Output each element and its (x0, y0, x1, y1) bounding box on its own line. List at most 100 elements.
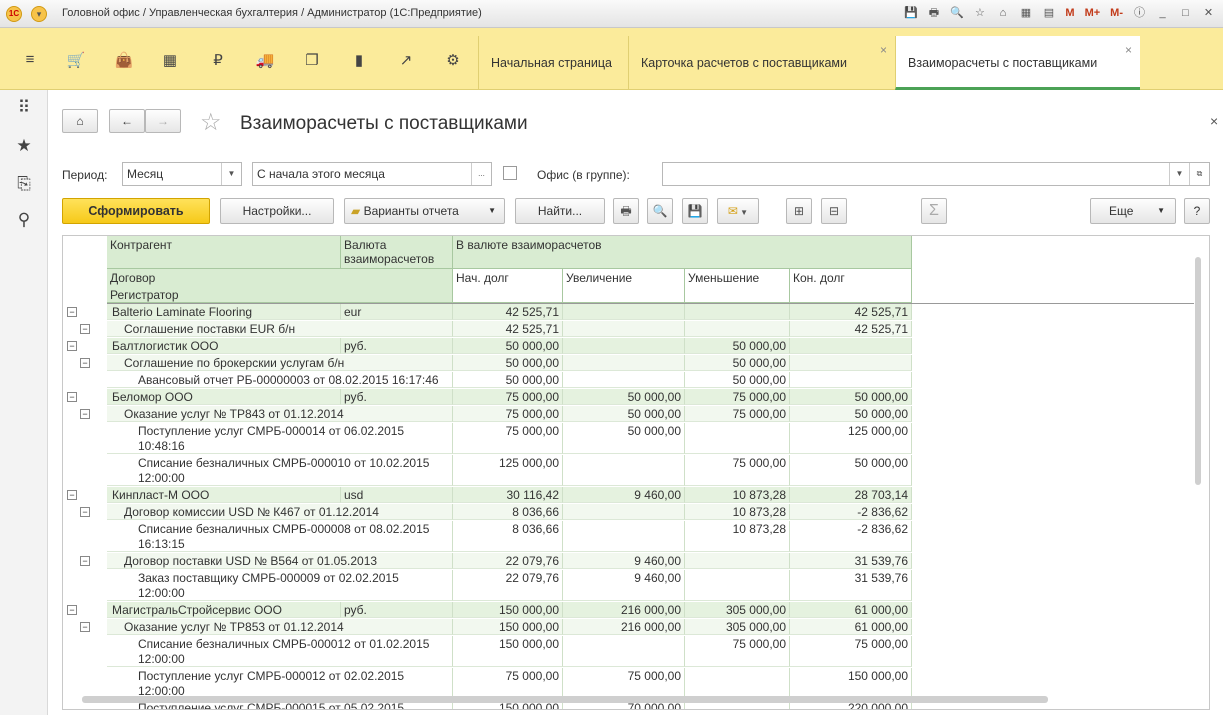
table-row[interactable]: Balterio Laminate Flooring eur 42 525,71 42… (107, 304, 912, 320)
table-row[interactable]: Оказание услуг № ТР843 от 01.12.2014 75 0… (107, 406, 912, 422)
search-icon[interactable]: ⚲ (14, 210, 34, 230)
table-row[interactable]: Списание безналичных СМРБ-000010 от 10.0… (107, 455, 912, 486)
more-button[interactable]: Еще ▼ (1090, 198, 1176, 224)
period-range-field[interactable]: С начала этого месяца ... (252, 162, 492, 186)
open-icon[interactable]: ⧉ (1189, 163, 1209, 185)
settings-button[interactable]: Настройки... (220, 198, 334, 224)
save-icon[interactable]: 💾 (902, 5, 919, 22)
truck-icon[interactable]: 🚚 (253, 51, 277, 69)
tab-supplier-card[interactable]: Карточка расчетов с поставщиками × (628, 36, 895, 90)
gear-icon[interactable]: ⚙ (441, 51, 465, 69)
close-window-button[interactable]: ✕ (1200, 5, 1217, 22)
collapse-toggle-icon[interactable]: − (80, 324, 90, 334)
collapse-toggle-icon[interactable]: − (80, 556, 90, 566)
back-button[interactable]: ← (109, 109, 145, 133)
cart-icon[interactable]: 🛒 (64, 51, 88, 69)
bookmark-icon[interactable]: ⌂ (994, 5, 1011, 22)
report-variants-button[interactable]: ▰ Варианты отчета ▼ (344, 198, 505, 224)
table-row[interactable]: Заказ поставщику СМРБ-000009 от 02.02.20… (107, 570, 912, 601)
tab-supplier-settlements-label: Взаиморасчеты с поставщиками (908, 56, 1098, 70)
collapse-toggle-icon[interactable]: − (67, 341, 77, 351)
print-icon[interactable]: 🖶 (613, 198, 639, 224)
cell-name: Беломор ООО (107, 389, 341, 405)
send-email-button[interactable]: ✉ ▼ (717, 198, 759, 224)
close-form-button[interactable]: × (1210, 113, 1218, 129)
table-row[interactable]: Поступление услуг СМРБ-000014 от 06.02.2… (107, 423, 912, 454)
maximize-button[interactable]: □ (1177, 5, 1194, 22)
memory-mplus-button[interactable]: M+ (1083, 5, 1103, 22)
table-row[interactable]: Оказание услуг № ТР853 от 01.12.2014 150 … (107, 619, 912, 635)
tab-supplier-settlements[interactable]: Взаиморасчеты с поставщиками × (895, 36, 1140, 90)
favorites-add-icon[interactable]: ☆ (971, 5, 988, 22)
save-icon[interactable]: 💾 (682, 198, 708, 224)
memory-m-button[interactable]: M (1063, 5, 1076, 22)
help-button[interactable]: ? (1184, 198, 1210, 224)
table-row[interactable]: МагистральСтройсервис ООО руб. 150 000,00 2… (107, 602, 912, 618)
table-row[interactable]: Беломор ООО руб. 75 000,00 50 000,00 75 000,… (107, 389, 912, 405)
table-row[interactable]: Договор комиссии USD № К467 от 01.12.201… (107, 504, 912, 520)
calendar-icon[interactable]: ▤ (1040, 5, 1057, 22)
vertical-scrollbar[interactable] (1193, 253, 1203, 683)
table-row[interactable]: Списание безналичных СМРБ-000008 от 08.0… (107, 521, 912, 552)
horizontal-scrollbar[interactable] (82, 694, 1048, 704)
minimize-button[interactable]: _ (1154, 5, 1171, 22)
chevron-down-icon[interactable]: ▼ (1169, 163, 1189, 185)
table-row[interactable]: Балтлогистик ООО руб. 50 000,00 50 000,00 (107, 338, 912, 354)
apps-grid-icon[interactable]: ⠿ (14, 98, 34, 118)
collapse-toggle-icon[interactable]: − (80, 409, 90, 419)
period-select[interactable]: Месяц ▼ (122, 162, 242, 186)
expand-groups-icon[interactable]: ⊞ (786, 198, 812, 224)
documents-icon[interactable]: ❐ (300, 51, 324, 69)
home-button[interactable]: ⌂ (62, 109, 98, 133)
collapse-groups-icon[interactable]: ⊟ (821, 198, 847, 224)
print-preview-icon[interactable]: 🔍 (647, 198, 673, 224)
collapse-toggle-icon[interactable]: − (67, 392, 77, 402)
collapse-toggle-icon[interactable]: − (80, 507, 90, 517)
collapse-toggle-icon[interactable]: − (67, 490, 77, 500)
table-row[interactable]: Кинпласт-М ООО usd 30 116,42 9 460,00 10 873… (107, 487, 912, 503)
close-icon[interactable]: × (1125, 43, 1132, 57)
cell-end-debt: 31 539,76 (790, 570, 912, 601)
star-icon[interactable]: ★ (14, 136, 34, 156)
main-menu-button[interactable]: ▾ (31, 6, 47, 22)
favorite-star-icon[interactable]: ☆ (200, 108, 222, 137)
header-start-debt: Нач. долг (453, 269, 563, 303)
sum-button[interactable]: Σ (921, 198, 947, 224)
chevron-down-icon[interactable]: ▼ (221, 163, 241, 185)
warehouse-icon[interactable]: ▦ (158, 51, 182, 69)
print-icon[interactable]: 🖶 (925, 5, 942, 22)
menu-icon[interactable]: ≡ (18, 51, 42, 68)
collapse-toggle-icon[interactable]: − (80, 358, 90, 368)
sections-panel: ≡ 🛒 👜 ▦ ₽ 🚚 ❐ ▮ ↗ ⚙ Начальная страница К… (0, 28, 1223, 90)
generate-button[interactable]: Сформировать (62, 198, 210, 224)
info-icon[interactable]: ⓘ (1131, 5, 1148, 22)
memory-mminus-button[interactable]: M- (1108, 5, 1125, 22)
office-field[interactable]: ▼ ⧉ (662, 162, 1210, 186)
scroll-thumb[interactable] (1195, 257, 1201, 485)
cell-start-debt: 50 000,00 (453, 355, 563, 371)
forward-button[interactable]: → (145, 109, 181, 133)
finance-icon[interactable]: ₽ (206, 51, 230, 69)
office-checkbox[interactable] (503, 166, 517, 180)
history-icon[interactable]: ⎘ (14, 174, 34, 194)
find-button[interactable]: Найти... (515, 198, 605, 224)
close-icon[interactable]: × (880, 43, 887, 57)
table-row[interactable]: Договор поставки USD № В564 от 01.05.201… (107, 553, 912, 569)
collapse-toggle-icon[interactable]: − (67, 307, 77, 317)
preview-icon[interactable]: 🔍 (948, 5, 965, 22)
bag-icon[interactable]: 👜 (112, 51, 136, 69)
collapse-toggle-icon[interactable]: − (80, 622, 90, 632)
trend-icon[interactable]: ↗ (394, 51, 418, 69)
report-spreadsheet[interactable]: Контрагент Валюта взаиморасчетов В валют… (62, 235, 1210, 710)
scroll-thumb[interactable] (82, 696, 1048, 703)
collapse-toggle-icon[interactable]: − (67, 605, 77, 615)
calculator-icon[interactable]: ▦ (1017, 5, 1034, 22)
table-row[interactable]: Соглашение поставки EUR б/н 42 525,71 42 5… (107, 321, 912, 337)
chart-icon[interactable]: ▮ (347, 51, 371, 69)
table-row[interactable]: Авансовый отчет РБ-00000003 от 08.02.201… (107, 372, 912, 388)
tab-home[interactable]: Начальная страница (478, 36, 628, 90)
table-row[interactable]: Списание безналичных СМРБ-000012 от 01.0… (107, 636, 912, 667)
cell-currency: usd (341, 487, 453, 503)
table-row[interactable]: Соглашение по брокерскии услугам б/н 50 0… (107, 355, 912, 371)
ellipsis-button[interactable]: ... (471, 163, 491, 185)
